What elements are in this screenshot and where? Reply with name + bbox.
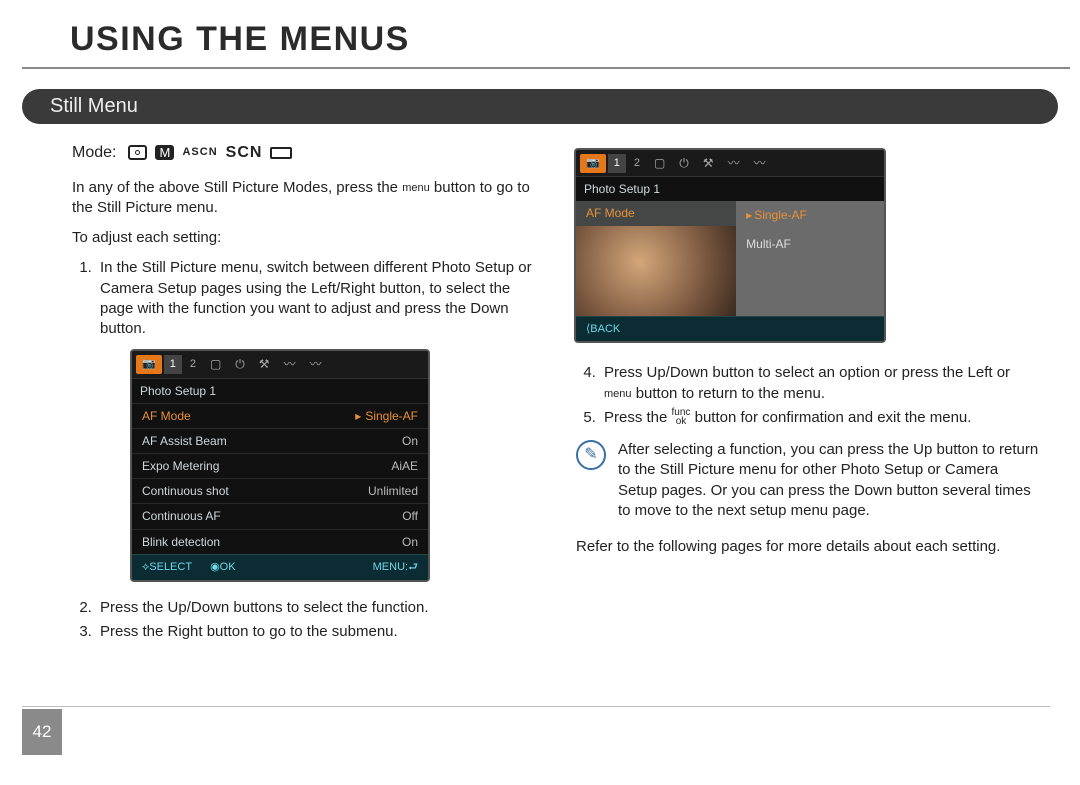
screen1-row-blink: Blink detectionOn (132, 529, 428, 554)
tab-2: 2 (628, 154, 646, 173)
camera-screen-2: 📷 1 2 ▢ ⏻ ⚒ 〰 〰 Photo Setup 1 AF Mode ▸S… (574, 148, 886, 343)
row-val: ▸Single-AF (355, 408, 418, 424)
screen2-left-pane: AF Mode (576, 201, 736, 315)
screen1-row-afassist: AF Assist BeamOn (132, 428, 428, 453)
tab-tools-icon: ⚒ (697, 153, 720, 173)
page-title: USING THE MENUS (0, 0, 1080, 67)
panorama-mode-icon (270, 147, 292, 159)
screen2-title: Photo Setup 1 (576, 177, 884, 201)
camera-auto-icon (128, 145, 147, 160)
arrow-right-icon: ▸ (355, 409, 361, 423)
intro-text-a: In any of the above Still Picture Modes,… (72, 179, 402, 196)
manual-mode-icon: M (155, 145, 174, 160)
bottom-rule (22, 706, 1050, 707)
screen2-afmode: AF Mode (576, 201, 736, 225)
screen1-row-expo: Expo MeteringAiAE (132, 453, 428, 478)
note-icon: ✎ (576, 440, 606, 470)
steps-left-cont: Press the Up/Down buttons to select the … (72, 598, 536, 643)
tab-wave2-icon: 〰 (748, 153, 772, 173)
refer-paragraph: Refer to the following pages for more de… (576, 537, 1040, 557)
tab-1: 1 (608, 154, 626, 173)
row-key: AF Mode (142, 408, 191, 424)
screen2-tabbar: 📷 1 2 ▢ ⏻ ⚒ 〰 〰 (576, 150, 884, 177)
screen1-footer: ⟡SELECT ◉OK MENU:⮐ (132, 554, 428, 580)
step-5: Press the funcok button for confirmation… (600, 408, 1040, 428)
note-text: After selecting a function, you can pres… (618, 440, 1040, 521)
steps-right: Press Up/Down button to select an option… (576, 363, 1040, 428)
step-3: Press the Right button to go to the subm… (96, 622, 536, 642)
left-column: Mode: M ASCN SCN In any of the above Sti… (72, 142, 536, 652)
camera-screen-1: 📷 1 2 ▢ ⏻ ⚒ 〰 〰 Photo Setup 1 AF Mode ▸S… (130, 349, 430, 581)
tab-wave1-icon: 〰 (278, 354, 302, 374)
screen2-opt-multiaf: Multi-AF (736, 230, 884, 258)
title-rule (22, 67, 1070, 69)
page-number: 42 (22, 709, 62, 755)
tab-wave1-icon: 〰 (722, 153, 746, 173)
screen1-row-contaf: Continuous AFOff (132, 503, 428, 528)
func-ok-icon: funcok (672, 408, 691, 426)
footer-menu: MENU:⮐ (373, 560, 418, 575)
screen1-tabbar: 📷 1 2 ▢ ⏻ ⚒ 〰 〰 (132, 351, 428, 378)
screen1-row-afmode: AF Mode ▸Single-AF (132, 403, 428, 428)
screen2-opt-singleaf: ▸Single-AF (736, 201, 884, 229)
content-columns: Mode: M ASCN SCN In any of the above Sti… (0, 124, 1080, 652)
tab-1: 1 (164, 355, 182, 374)
step-1: In the Still Picture menu, switch betwee… (96, 258, 536, 339)
tab-camera-icon: 📷 (580, 154, 606, 173)
mode-line: Mode: M ASCN SCN (72, 142, 536, 164)
footer-ok: ◉OK (210, 560, 236, 575)
footer-select: ⟡SELECT (142, 560, 192, 575)
screen2-right-pane: ▸Single-AF Multi-AF (736, 201, 884, 315)
step-2: Press the Up/Down buttons to select the … (96, 598, 536, 618)
section-bar: Still Menu (22, 89, 1058, 124)
arrow-right-icon: ▸ (746, 208, 752, 222)
screen2-submenu: AF Mode ▸Single-AF Multi-AF (576, 201, 884, 315)
tab-setup-icon: ⏻ (229, 354, 251, 374)
tab-play-icon: ▢ (204, 354, 227, 374)
right-column: 📷 1 2 ▢ ⏻ ⚒ 〰 〰 Photo Setup 1 AF Mode ▸S… (576, 142, 1040, 652)
intro-paragraph: In any of the above Still Picture Modes,… (72, 178, 536, 219)
menu-label-inline: menu (604, 388, 632, 400)
note-block: ✎ After selecting a function, you can pr… (576, 440, 1040, 521)
tab-2: 2 (184, 355, 202, 374)
tab-setup-icon: ⏻ (673, 153, 695, 173)
screen1-row-contshot: Continuous shotUnlimited (132, 478, 428, 503)
scn-mode-icon: SCN (226, 142, 263, 164)
tab-tools-icon: ⚒ (253, 354, 276, 374)
ascn-mode-icon: ASCN (182, 145, 217, 160)
tab-play-icon: ▢ (648, 153, 671, 173)
screen2-preview-image (576, 226, 736, 316)
menu-label-inline: menu (402, 182, 430, 194)
screen1-title: Photo Setup 1 (132, 379, 428, 403)
tab-wave2-icon: 〰 (304, 354, 328, 374)
mode-label: Mode: (72, 142, 116, 164)
steps-left: In the Still Picture menu, switch betwee… (72, 258, 536, 339)
screen2-back: ⟨BACK (576, 316, 884, 342)
adjust-heading: To adjust each setting: (72, 228, 536, 248)
step-4: Press Up/Down button to select an option… (600, 363, 1040, 404)
tab-camera-icon: 📷 (136, 355, 162, 374)
